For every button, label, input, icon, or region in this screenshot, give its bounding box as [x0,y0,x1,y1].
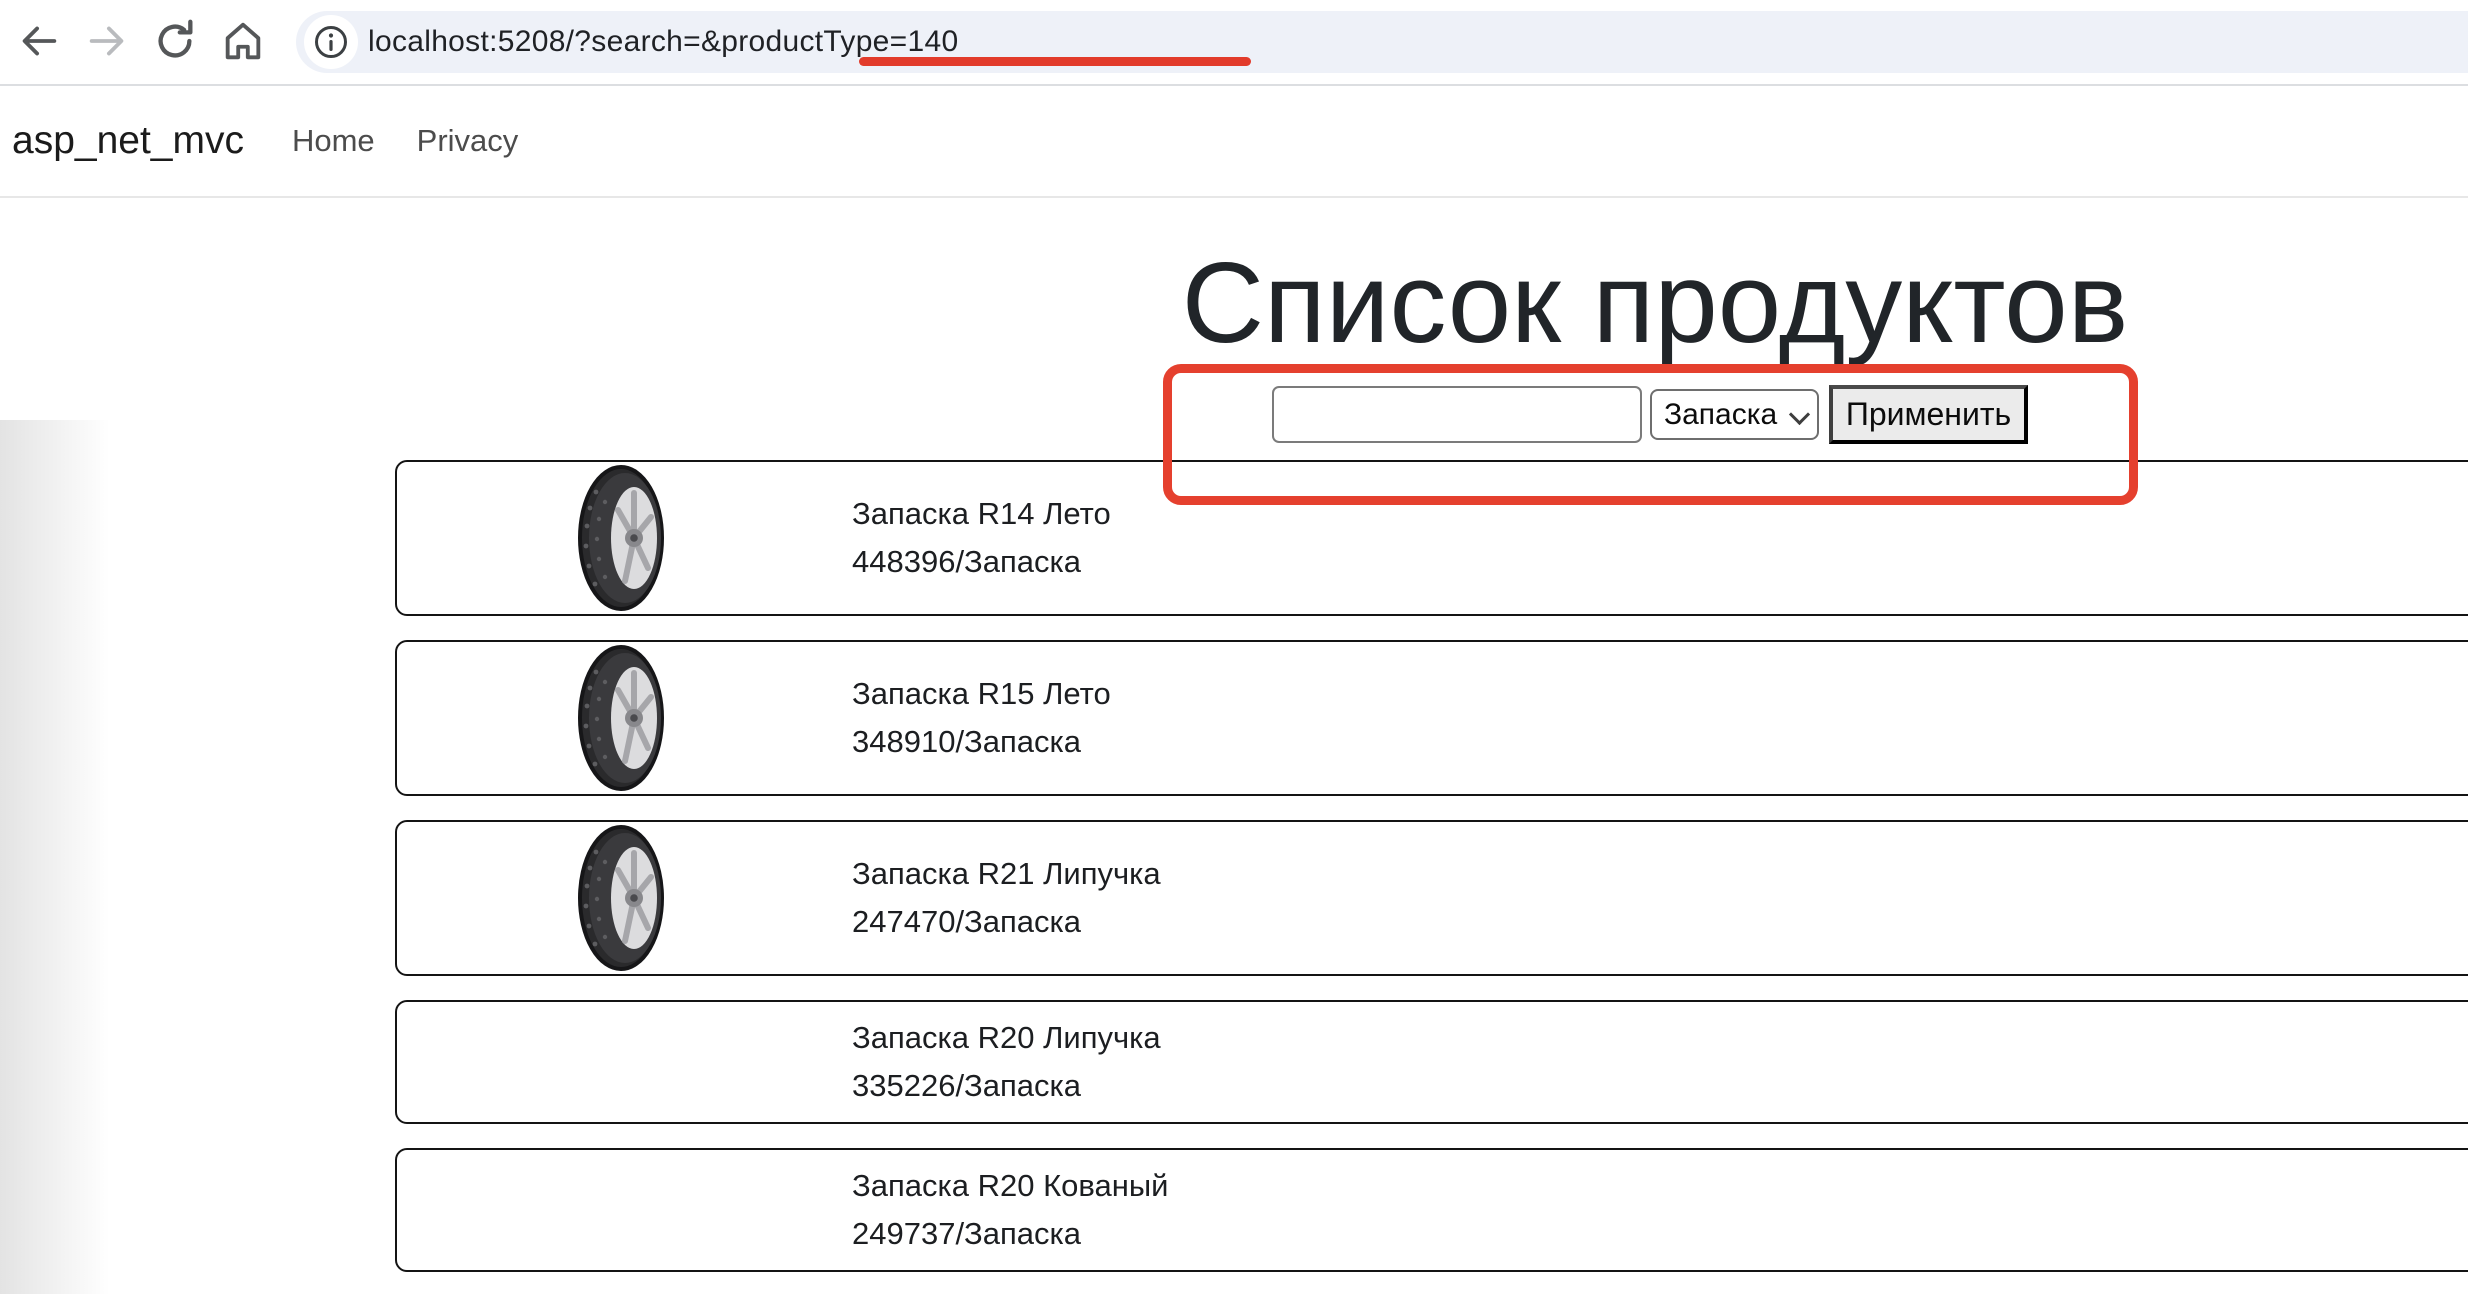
product-text: Запаска R21 Липучка 247470/Запаска [852,838,1161,958]
product-type-select-wrap: Запаска [1650,389,1819,440]
product-card: Запаска R20 Липучка 335226/Запаска [395,1000,2468,1124]
product-code: 249737/Запаска [852,1210,1168,1258]
url-annotation-underline [859,57,1251,66]
product-text: Запаска R15 Лето 348910/Запаска [852,658,1111,778]
product-code: 448396/Запаска [852,538,1111,586]
product-image-container [397,462,852,614]
home-icon[interactable] [218,16,268,66]
product-name: Запаска R14 Лето [852,490,1111,538]
browser-toolbar: localhost:5208/?search=&productType=140 [0,0,2468,86]
tire-image [577,824,672,972]
product-text: Запаска R20 Кованый 249737/Запаска [852,1150,1168,1270]
product-card: Запаска R14 Лето 448396/Запаска [395,460,2468,616]
product-list: Запаска R14 Лето 448396/Запаска [395,460,2468,1296]
tire-image [577,464,672,612]
page-title: Список продуктов [1160,238,2150,369]
search-input[interactable] [1272,386,1642,443]
site-info-icon[interactable] [304,15,358,69]
product-text: Запаска R14 Лето 448396/Запаска [852,478,1111,598]
nav-link-home[interactable]: Home [292,123,375,159]
product-name: Запаска R20 Липучка [852,1014,1161,1062]
navbar-brand[interactable]: asp_net_mvc [12,119,244,163]
apply-button[interactable]: Применить [1829,385,2028,444]
product-name: Запаска R15 Лето [852,670,1111,718]
product-type-select[interactable]: Запаска [1650,389,1819,440]
back-icon[interactable] [14,16,64,66]
product-image-container [397,822,852,974]
reload-icon[interactable] [150,16,200,66]
product-card: Запаска R15 Лето 348910/Запаска [395,640,2468,796]
site-navbar: asp_net_mvc Home Privacy [0,86,2468,198]
product-name: Запаска R21 Липучка [852,850,1161,898]
forward-icon[interactable] [82,16,132,66]
product-image-container [397,1208,852,1212]
product-code: 247470/Запаска [852,898,1161,946]
product-card: Запаска R20 Кованый 249737/Запаска [395,1148,2468,1272]
nav-link-privacy[interactable]: Privacy [417,123,519,159]
url-bar[interactable]: localhost:5208/?search=&productType=140 [296,11,2468,73]
product-text: Запаска R20 Липучка 335226/Запаска [852,1002,1161,1122]
product-code: 335226/Запаска [852,1062,1161,1110]
product-name: Запаска R20 Кованый [852,1162,1168,1210]
product-image-container [397,1060,852,1064]
product-image-container [397,642,852,794]
product-code: 348910/Запаска [852,718,1111,766]
product-card: Запаска R21 Липучка 247470/Запаска [395,820,2468,976]
nav-links: Home Privacy [292,123,518,159]
tire-image [577,644,672,792]
left-edge-shadow [0,420,110,1294]
